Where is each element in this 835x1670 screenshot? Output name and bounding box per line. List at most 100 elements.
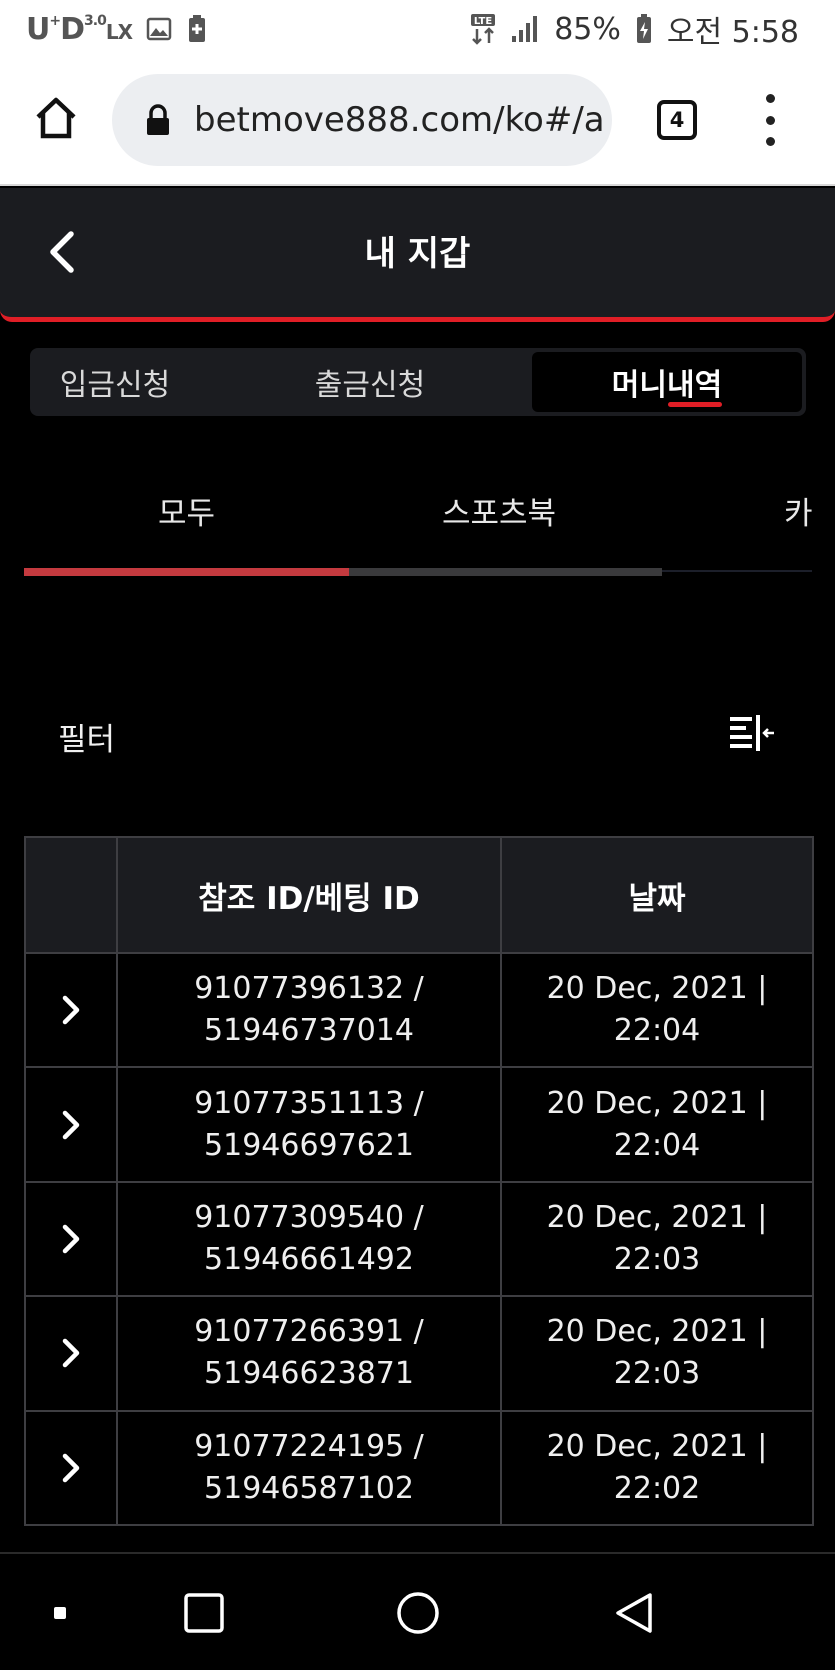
active-tab-indicator — [668, 402, 722, 407]
wallet-tabs: 입금신청 출금신청 머니내역 — [30, 348, 806, 416]
tab-money-history[interactable]: 머니내역 — [532, 352, 802, 412]
nav-recents-button[interactable] — [174, 1554, 234, 1670]
time: 22:03 — [613, 1241, 701, 1277]
lock-icon — [147, 104, 169, 135]
time: 22:02 — [613, 1470, 701, 1506]
tab-deposit[interactable]: 입금신청 — [30, 348, 200, 416]
date: 20 Dec, 2021 | — [546, 1085, 768, 1121]
status-right: LTE 85% 오전 5:58 — [470, 7, 799, 51]
battery-percent: 85% — [554, 11, 621, 47]
row-expand-button[interactable] — [24, 1066, 118, 1183]
table-row[interactable]: 91077351113 /51946697621 20 Dec, 2021 | 2… — [24, 1066, 814, 1183]
chevron-right-icon — [62, 1453, 80, 1483]
browser-home-button[interactable] — [28, 88, 84, 148]
row-expand-button[interactable] — [24, 1409, 118, 1527]
filter-row: 필터 — [58, 710, 778, 758]
date-cell: 20 Dec, 2021 | 22:04 — [500, 1066, 814, 1183]
time: 22:04 — [613, 1127, 701, 1163]
lte-icon: LTE — [470, 13, 496, 45]
date-cell: 20 Dec, 2021 | 22:03 — [500, 1180, 814, 1298]
carrier-label: U+D3.0LX — [26, 11, 133, 47]
system-navigation-bar — [0, 1552, 835, 1670]
date: 20 Dec, 2021 | — [546, 971, 768, 1007]
page-title: 내 지갑 — [364, 234, 471, 274]
subtab-sportsbook[interactable]: 스포츠북 — [349, 480, 649, 540]
ref-bet-id-cell: 91077224195 / 51946587102 — [116, 1409, 502, 1527]
ref-bet-id-cell: 91077266391 / 51946623871 — [116, 1295, 502, 1412]
network-text: D — [60, 11, 85, 47]
date-cell: 20 Dec, 2021 | 22:04 — [500, 951, 814, 1069]
square-icon — [184, 1593, 224, 1633]
ref-bet-id-cell: 91077351113 / 51946697621 — [116, 1066, 502, 1183]
menu-dot — [765, 137, 775, 146]
date-cell: 20 Dec, 2021 | 22:02 — [500, 1409, 814, 1527]
ref-bet-id-cell: 91077396132 / 51946737014 — [116, 951, 502, 1069]
date: 20 Dec, 2021 | — [546, 1199, 768, 1235]
carrier-sup: + — [49, 12, 61, 29]
filter-collapse-icon — [730, 715, 774, 751]
tab-switcher-button[interactable]: 4 — [657, 100, 697, 140]
column-header-ref-id: 참조 ID/베팅 ID — [116, 836, 502, 954]
address-bar[interactable]: betmove888.com/ko#/a — [112, 74, 612, 166]
browser-toolbar: betmove888.com/ko#/a 4 — [0, 58, 835, 186]
svg-text:LTE: LTE — [474, 16, 493, 27]
bet-id: 51946737014 — [204, 1013, 414, 1049]
row-expand-button[interactable] — [24, 951, 118, 1069]
battery-charging-icon — [635, 13, 653, 45]
table-row[interactable]: 91077396132 /51946737014 20 Dec, 2021 | 2… — [24, 951, 814, 1069]
column-header-expand — [24, 836, 118, 954]
ref-bet-id-cell: 91077309540 / 51946661492 — [116, 1180, 502, 1298]
ref-id: 91077224195 / — [194, 1428, 424, 1464]
gallery-icon — [146, 16, 172, 42]
transaction-table: 참조 ID/베팅 ID 날짜 91077396132 /51946737014 … — [24, 836, 814, 1527]
carrier-text: U — [26, 11, 50, 47]
page-header: 내 지갑 — [0, 188, 835, 322]
bet-id: 51946587102 — [204, 1470, 414, 1506]
status-left: U+D3.0LX — [26, 12, 208, 47]
date: 20 Dec, 2021 | — [546, 1428, 768, 1464]
network-gen: 3.0 — [84, 12, 107, 29]
row-expand-button[interactable] — [24, 1180, 118, 1298]
url-text: betmove888.com/ko#/a — [194, 100, 605, 140]
chevron-right-icon — [62, 1110, 80, 1139]
nav-home-button[interactable] — [388, 1554, 448, 1670]
screen: U+D3.0LX LTE 85% 오전 5:58 betmove888.com/… — [0, 0, 835, 1670]
battery-saver-icon — [186, 14, 208, 44]
square-dot-icon — [54, 1607, 66, 1619]
browser-menu-button[interactable] — [758, 94, 782, 146]
chevron-right-icon — [62, 1339, 80, 1368]
table-row[interactable]: 91077266391 /51946623871 20 Dec, 2021 | 2… — [24, 1295, 814, 1412]
status-bar: U+D3.0LX LTE 85% 오전 5:58 — [0, 0, 835, 58]
filter-toggle-button[interactable] — [726, 710, 778, 756]
network-suffix: LX — [105, 19, 133, 44]
table-row[interactable]: 91077309540 /51946661492 20 Dec, 2021 | 2… — [24, 1180, 814, 1298]
date-cell: 20 Dec, 2021 | 22:03 — [500, 1295, 814, 1412]
tab-withdraw[interactable]: 출금신청 — [250, 348, 490, 416]
chevron-right-icon — [62, 995, 80, 1025]
bet-id: 51946661492 — [204, 1241, 414, 1277]
table-header-row: 참조 ID/베팅 ID 날짜 — [24, 836, 814, 954]
column-header-date: 날짜 — [500, 836, 814, 954]
ref-id: 91077266391 / — [194, 1314, 424, 1350]
subtab-casino[interactable]: 카 — [784, 480, 812, 540]
time: 22:03 — [613, 1356, 701, 1392]
circle-icon — [397, 1592, 439, 1634]
subtab-active-indicator — [24, 568, 349, 576]
time: 22:04 — [613, 1013, 701, 1049]
nav-notification-button[interactable] — [36, 1554, 84, 1670]
signal-icon — [510, 14, 540, 44]
chevron-right-icon — [62, 1224, 80, 1254]
clock: 오전 5:58 — [666, 15, 799, 50]
date: 20 Dec, 2021 | — [546, 1314, 768, 1350]
more-vertical-icon — [765, 94, 775, 103]
bet-id: 51946623871 — [204, 1356, 414, 1392]
menu-dot — [765, 115, 775, 125]
row-expand-button[interactable] — [24, 1295, 118, 1412]
subtab-all[interactable]: 모두 — [24, 480, 349, 540]
category-tabs: 모두 스포츠북 카 — [24, 470, 812, 580]
triangle-back-icon — [616, 1593, 652, 1633]
filter-label: 필터 — [58, 722, 116, 758]
nav-back-button[interactable] — [604, 1554, 664, 1670]
table-row[interactable]: 91077224195 /51946587102 20 Dec, 2021 | 2… — [24, 1409, 814, 1527]
bet-id: 51946697621 — [204, 1127, 414, 1163]
